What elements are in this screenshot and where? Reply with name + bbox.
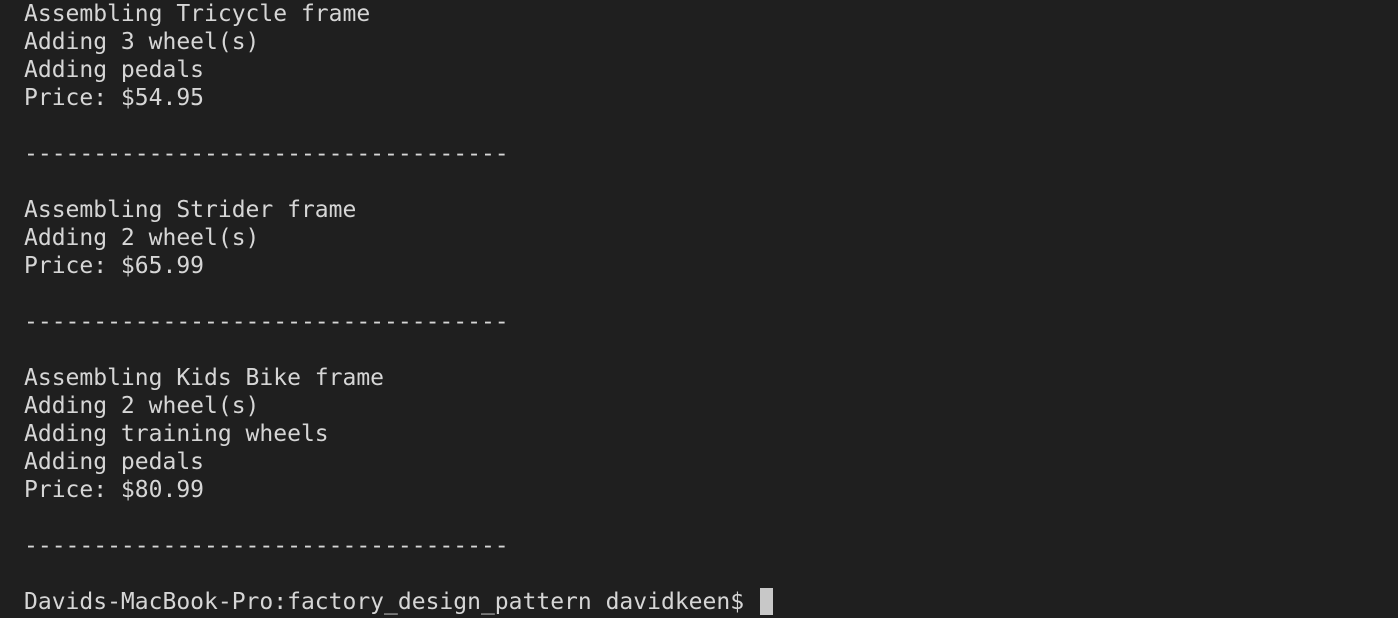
output-line: Adding pedals — [24, 449, 205, 475]
separator-line: ----------------------------------- — [24, 309, 509, 335]
output-line: Assembling Tricycle frame — [24, 1, 371, 27]
output-line: Adding pedals — [24, 57, 205, 83]
output-line: Assembling Strider frame — [24, 197, 357, 223]
terminal-output: Assembling Tricycle frame Adding 3 wheel… — [24, 0, 773, 616]
separator-line: ----------------------------------- — [24, 533, 509, 559]
output-line: Adding 2 wheel(s) — [24, 393, 260, 419]
text-cursor — [759, 588, 773, 615]
terminal-window[interactable]: Assembling Tricycle frame Adding 3 wheel… — [0, 0, 1398, 618]
output-line: Adding 2 wheel(s) — [24, 225, 260, 251]
output-line: Assembling Kids Bike frame — [24, 365, 385, 391]
output-line: Adding training wheels — [24, 421, 329, 447]
separator-line: ----------------------------------- — [24, 141, 509, 167]
prompt-line[interactable]: Davids-MacBook-Pro:factory_design_patter… — [24, 588, 773, 616]
shell-prompt: Davids-MacBook-Pro:factory_design_patter… — [24, 589, 758, 615]
output-line: Adding 3 wheel(s) — [24, 29, 260, 55]
output-line: Price: $65.99 — [24, 253, 205, 279]
output-line: Price: $54.95 — [24, 85, 205, 111]
output-line: Price: $80.99 — [24, 477, 205, 503]
